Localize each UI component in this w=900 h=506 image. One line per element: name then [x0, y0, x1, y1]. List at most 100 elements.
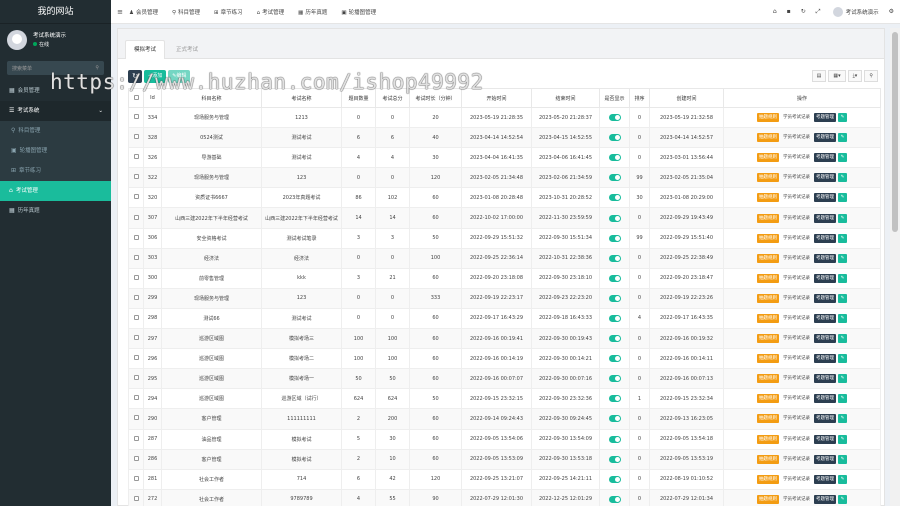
column-header[interactable]	[128, 88, 144, 108]
question-manage-button[interactable]: 考题管理	[814, 313, 836, 323]
draw-rules-button[interactable]: 抽题规则	[757, 293, 779, 303]
draw-rules-button[interactable]: 抽题规则	[757, 173, 779, 183]
tab-formal-exam[interactable]: 正式考试	[167, 40, 207, 58]
question-manage-button[interactable]: 考题管理	[814, 193, 836, 203]
scrollbar-thumb[interactable]	[892, 32, 898, 232]
exam-records-button[interactable]: 学员考试记录	[781, 354, 812, 363]
row-checkbox[interactable]	[133, 314, 139, 320]
exam-records-button[interactable]: 学员考试记录	[781, 153, 812, 162]
edit-row-button[interactable]: ✎	[838, 233, 847, 243]
draw-rules-button[interactable]: 抽题规则	[757, 233, 779, 243]
row-checkbox[interactable]	[133, 375, 139, 381]
tab-mock-exam[interactable]: 模拟考试	[125, 40, 166, 59]
row-checkbox[interactable]	[133, 214, 139, 220]
visible-toggle[interactable]	[608, 335, 621, 343]
edit-row-button[interactable]: ✎	[838, 173, 847, 183]
draw-rules-button[interactable]: 抽题规则	[757, 213, 779, 223]
top-avatar[interactable]	[832, 6, 843, 17]
edit-row-button[interactable]: ✎	[838, 113, 847, 123]
visible-toggle[interactable]	[608, 395, 621, 403]
topnav-item-4[interactable]: ▦ 历年真题	[298, 8, 327, 16]
edit-row-button[interactable]: ✎	[838, 434, 847, 444]
question-manage-button[interactable]: 考题管理	[814, 454, 836, 464]
sidebar-item-6[interactable]: ▦ 历年真题	[0, 201, 111, 221]
question-manage-button[interactable]: 考题管理	[814, 273, 836, 283]
edit-row-button[interactable]: ✎	[838, 253, 847, 263]
export-button[interactable]: ⤓▾	[847, 70, 863, 82]
exam-records-button[interactable]: 学员考试记录	[781, 334, 812, 343]
exam-records-button[interactable]: 学员考试记录	[781, 435, 812, 444]
visible-toggle[interactable]	[608, 415, 621, 423]
sidebar-item-2[interactable]: ⚲ 科目管理	[0, 121, 111, 141]
exam-records-button[interactable]: 学员考试记录	[781, 314, 812, 323]
draw-rules-button[interactable]: 抽题规则	[757, 474, 779, 484]
sidebar-item-0[interactable]: ▦ 会员管理	[0, 81, 111, 101]
draw-rules-button[interactable]: 抽题规则	[757, 434, 779, 444]
edit-row-button[interactable]: ✎	[838, 273, 847, 283]
exam-records-button[interactable]: 学员考试记录	[781, 394, 812, 403]
row-checkbox[interactable]	[133, 455, 139, 461]
question-manage-button[interactable]: 考题管理	[814, 253, 836, 263]
edit-row-button[interactable]: ✎	[838, 394, 847, 404]
exam-records-button[interactable]: 学员考试记录	[781, 414, 812, 423]
search-toggle-button[interactable]: ⚲	[864, 70, 878, 82]
draw-rules-button[interactable]: 抽题规则	[757, 414, 779, 424]
exam-records-button[interactable]: 学员考试记录	[781, 475, 812, 484]
edit-row-button[interactable]: ✎	[838, 494, 847, 504]
visible-toggle[interactable]	[608, 274, 621, 282]
exam-records-button[interactable]: 学员考试记录	[781, 294, 812, 303]
question-manage-button[interactable]: 考题管理	[814, 173, 836, 183]
row-checkbox[interactable]	[133, 335, 139, 341]
sidebar-item-4[interactable]: ⊞ 章节练习	[0, 161, 111, 181]
topnav-item-2[interactable]: ⊞ 章节练习	[214, 8, 243, 16]
visible-toggle[interactable]	[608, 134, 621, 142]
exam-records-button[interactable]: 学员考试记录	[781, 113, 812, 122]
draw-rules-button[interactable]: 抽题规则	[757, 494, 779, 504]
draw-rules-button[interactable]: 抽题规则	[757, 153, 779, 163]
row-checkbox[interactable]	[133, 174, 139, 180]
question-manage-button[interactable]: 考题管理	[814, 113, 836, 123]
question-manage-button[interactable]: 考题管理	[814, 414, 836, 424]
row-checkbox[interactable]	[133, 495, 139, 501]
refresh-icon[interactable]: ↻	[801, 8, 806, 15]
select-all-checkbox[interactable]	[133, 94, 139, 100]
draw-rules-button[interactable]: 抽题规则	[757, 193, 779, 203]
row-checkbox[interactable]	[133, 475, 139, 481]
question-manage-button[interactable]: 考题管理	[814, 293, 836, 303]
settings-icon[interactable]: ⚙	[889, 8, 894, 15]
visible-toggle[interactable]	[608, 254, 621, 262]
brand-title[interactable]: 我的网站	[0, 0, 111, 24]
exam-records-button[interactable]: 学员考试记录	[781, 173, 812, 182]
visible-toggle[interactable]	[608, 114, 621, 122]
edit-row-button[interactable]: ✎	[838, 213, 847, 223]
visible-toggle[interactable]	[608, 314, 621, 322]
menu-search-input[interactable]: 搜索菜单 ⚲	[7, 61, 104, 75]
edit-row-button[interactable]: ✎	[838, 153, 847, 163]
visible-toggle[interactable]	[608, 174, 621, 182]
visible-toggle[interactable]	[608, 154, 621, 162]
edit-button[interactable]: ✎编辑	[168, 69, 191, 83]
draw-rules-button[interactable]: 抽题规则	[757, 133, 779, 143]
home-icon[interactable]: ⌂	[773, 8, 777, 15]
visible-toggle[interactable]	[608, 355, 621, 363]
exam-records-button[interactable]: 学员考试记录	[781, 495, 812, 504]
draw-rules-button[interactable]: 抽题规则	[757, 273, 779, 283]
visible-toggle[interactable]	[608, 475, 621, 483]
question-manage-button[interactable]: 考题管理	[814, 233, 836, 243]
sidebar-item-3[interactable]: ▣ 轮播图管理	[0, 141, 111, 161]
question-manage-button[interactable]: 考题管理	[814, 213, 836, 223]
edit-row-button[interactable]: ✎	[838, 414, 847, 424]
row-checkbox[interactable]	[133, 154, 139, 160]
edit-row-button[interactable]: ✎	[838, 454, 847, 464]
question-manage-button[interactable]: 考题管理	[814, 334, 836, 344]
exam-records-button[interactable]: 学员考试记录	[781, 234, 812, 243]
edit-row-button[interactable]: ✎	[838, 193, 847, 203]
edit-row-button[interactable]: ✎	[838, 354, 847, 364]
row-checkbox[interactable]	[133, 134, 139, 140]
question-manage-button[interactable]: 考题管理	[814, 434, 836, 444]
refresh-button[interactable]: ↻	[128, 69, 142, 83]
question-manage-button[interactable]: 考题管理	[814, 354, 836, 364]
exam-records-button[interactable]: 学员考试记录	[781, 374, 812, 383]
row-checkbox[interactable]	[133, 234, 139, 240]
row-checkbox[interactable]	[133, 415, 139, 421]
